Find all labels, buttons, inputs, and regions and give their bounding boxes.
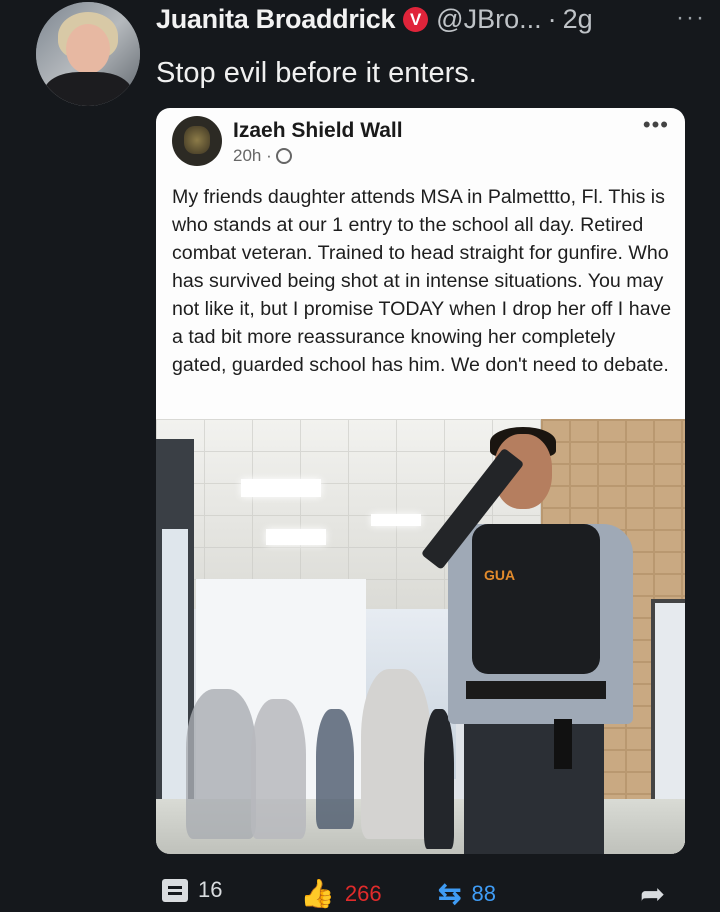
tweet-time[interactable]: 2g — [563, 4, 593, 35]
like-button[interactable]: 👍 266 — [300, 877, 382, 910]
thumbs-up-icon: 👍 — [300, 878, 335, 909]
embedded-post-card[interactable]: Izaeh Shield Wall 20h · ••• My friends d… — [156, 108, 685, 854]
student-figure — [424, 709, 454, 849]
globe-icon — [275, 148, 292, 164]
vest-label: GUA — [484, 567, 516, 583]
radio — [554, 719, 572, 769]
like-count: 266 — [344, 880, 382, 906]
separator: · — [547, 4, 557, 34]
author-avatar[interactable] — [36, 2, 140, 106]
officer-legs — [464, 719, 604, 854]
embedded-author-avatar[interactable] — [172, 116, 222, 166]
embedded-post-meta: 20h · — [233, 146, 292, 166]
comment-icon — [162, 878, 188, 902]
author-handle[interactable]: @JBro... — [436, 4, 541, 35]
tweet-header: Juanita Broaddrick V @JBro... · 2g — [156, 4, 593, 35]
ceiling-light — [266, 529, 326, 545]
embedded-more-icon[interactable]: ••• — [643, 112, 669, 138]
verified-badge-icon: V — [403, 7, 429, 32]
embedded-post-time: 20h · — [233, 146, 272, 165]
student-figure — [186, 689, 256, 839]
author-name[interactable]: Juanita Broaddrick — [156, 4, 395, 35]
comment-button[interactable]: 16 — [162, 877, 222, 903]
retweet-button[interactable]: ⇆ 88 — [438, 877, 496, 910]
ceiling-light — [371, 514, 421, 526]
share-icon: ➦ — [640, 878, 666, 911]
student-figure — [361, 669, 431, 839]
comment-count: 16 — [198, 877, 223, 902]
embedded-post-body: My friends daughter attends MSA in Palme… — [172, 186, 672, 376]
officer-vest — [472, 524, 600, 674]
tweet-text: Stop evil before it enters. — [156, 57, 477, 89]
ceiling-light — [241, 479, 321, 497]
retweet-count: 88 — [471, 880, 496, 906]
retweet-icon: ⇆ — [438, 878, 462, 909]
student-figure — [251, 699, 306, 839]
duty-belt — [466, 681, 606, 699]
post-photo[interactable]: GUA — [156, 419, 685, 854]
student-figure — [316, 709, 354, 829]
embedded-author-name[interactable]: Izaeh Shield Wall — [233, 119, 403, 143]
action-bar: 16 👍 266 ⇆ 88 ➦ — [0, 877, 720, 911]
more-options-icon[interactable]: ··· — [676, 4, 706, 32]
share-button[interactable]: ➦ — [640, 877, 665, 912]
